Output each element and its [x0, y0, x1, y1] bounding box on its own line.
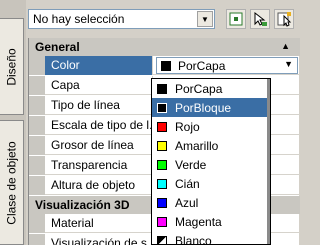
selection-dropdown[interactable]: No hay selección ▼ — [28, 9, 215, 29]
row-gutter — [29, 116, 45, 135]
color-option-blue[interactable]: Azul — [152, 193, 270, 212]
color-swatch — [157, 140, 167, 151]
color-dropdown-list: PorCapa PorBloque Rojo Amarillo Verde Ci… — [151, 78, 271, 245]
color-option-white[interactable]: Blanco — [152, 231, 270, 245]
property-name: Altura de objeto — [45, 176, 153, 195]
color-value: PorCapa — [178, 58, 226, 73]
category-general[interactable]: General ▲ — [29, 38, 300, 56]
color-option-byblock[interactable]: PorBloque — [152, 98, 270, 117]
tab-object-class[interactable]: Clase de objeto — [0, 120, 24, 245]
select-objects-icon — [254, 11, 267, 26]
property-name: Grosor de línea — [45, 136, 153, 155]
color-option-label: Blanco — [175, 233, 212, 245]
color-option-magenta[interactable]: Magenta — [152, 212, 270, 231]
color-option-label: Magenta — [175, 214, 222, 229]
row-gutter — [29, 76, 45, 95]
chevron-down-icon[interactable]: ▼ — [284, 59, 293, 69]
color-option-yellow[interactable]: Amarillo — [152, 136, 270, 155]
tab-object-class-label: Clase de objeto — [4, 140, 19, 225]
property-name: Transparencia — [45, 156, 153, 175]
color-swatch — [157, 159, 167, 170]
color-swatch — [157, 235, 167, 244]
property-name: Capa — [45, 76, 153, 95]
row-gutter — [29, 136, 45, 155]
property-name: Visualización de s — [45, 234, 153, 245]
dropdown-scrollbar[interactable] — [267, 79, 270, 244]
color-option-label: Cián — [175, 176, 200, 191]
quick-select-icon — [277, 12, 292, 27]
color-swatch — [157, 121, 167, 132]
properties-toolbar: No hay selección ▼ — [28, 4, 299, 34]
row-gutter — [29, 156, 45, 175]
color-option-label: PorBloque — [175, 100, 232, 115]
quick-select-button[interactable] — [274, 9, 294, 29]
color-swatch — [157, 216, 167, 227]
side-tab-strip: Diseño Clase de objeto — [0, 0, 26, 245]
property-name: Material — [45, 214, 153, 233]
color-swatch — [157, 197, 167, 208]
row-gutter — [29, 214, 45, 233]
property-row-color[interactable]: Color PorCapa ▼ — [29, 56, 300, 75]
pickadd-icon — [229, 12, 243, 26]
property-name: Color — [45, 56, 153, 75]
collapse-up-icon[interactable]: ▲ — [281, 41, 290, 51]
selection-value: No hay selección — [33, 12, 125, 26]
color-option-green[interactable]: Verde — [152, 155, 270, 174]
color-option-red[interactable]: Rojo — [152, 117, 270, 136]
color-dropdown[interactable]: PorCapa ▼ — [156, 57, 298, 74]
color-option-label: Amarillo — [175, 138, 219, 153]
select-objects-button[interactable] — [250, 9, 270, 29]
color-swatch — [157, 178, 167, 189]
toggle-pickadd-button[interactable] — [226, 9, 246, 29]
row-gutter — [29, 176, 45, 195]
tab-design[interactable]: Diseño — [0, 18, 24, 115]
tab-design-label: Diseño — [4, 47, 19, 86]
color-option-label: Azul — [175, 195, 199, 210]
chevron-down-icon[interactable]: ▼ — [197, 11, 213, 27]
row-gutter — [29, 96, 45, 115]
color-option-label: Verde — [175, 157, 207, 172]
color-swatch — [161, 60, 171, 71]
category-visualization-3d-label: Visualización 3D — [35, 198, 130, 212]
property-name: Tipo de línea — [45, 96, 153, 115]
color-swatch — [157, 102, 167, 113]
color-swatch — [157, 83, 167, 94]
row-gutter — [29, 56, 45, 75]
row-gutter — [29, 234, 45, 245]
property-name: Escala de tipo de l... — [45, 116, 153, 135]
color-option-label: Rojo — [175, 119, 200, 134]
color-option-cyan[interactable]: Cián — [152, 174, 270, 193]
color-option-label: PorCapa — [175, 81, 223, 96]
color-option-bylayer[interactable]: PorCapa — [152, 79, 270, 98]
category-general-label: General — [35, 40, 80, 54]
